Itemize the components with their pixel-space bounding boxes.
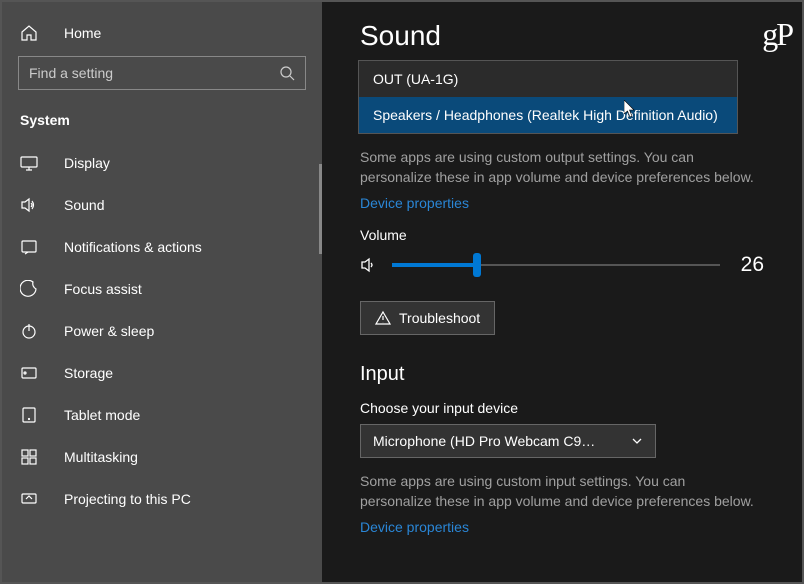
focus-assist-icon bbox=[20, 280, 38, 298]
sidebar-item-label: Tablet mode bbox=[64, 407, 140, 423]
home-icon bbox=[20, 24, 38, 42]
page-title: Sound bbox=[360, 20, 764, 52]
watermark: gP bbox=[762, 16, 792, 53]
section-header: System bbox=[2, 112, 322, 142]
input-device-label: Choose your input device bbox=[360, 400, 764, 416]
sidebar-item-label: Power & sleep bbox=[64, 323, 154, 339]
input-device-select[interactable]: Microphone (HD Pro Webcam C9… bbox=[360, 424, 656, 458]
slider-thumb[interactable] bbox=[473, 253, 481, 277]
storage-icon bbox=[20, 364, 38, 382]
output-device-dropdown[interactable]: OUT (UA-1G) Speakers / Headphones (Realt… bbox=[358, 60, 738, 134]
home-button[interactable]: Home bbox=[2, 16, 322, 56]
device-properties-link[interactable]: Device properties bbox=[360, 195, 469, 211]
sidebar-item-label: Display bbox=[64, 155, 110, 171]
chevron-down-icon bbox=[631, 435, 643, 447]
sidebar-item-focus-assist[interactable]: Focus assist bbox=[2, 268, 322, 310]
input-device-value: Microphone (HD Pro Webcam C9… bbox=[373, 433, 595, 449]
sidebar-item-tablet-mode[interactable]: Tablet mode bbox=[2, 394, 322, 436]
volume-control: 26 bbox=[360, 253, 764, 277]
sidebar-item-display[interactable]: Display bbox=[2, 142, 322, 184]
sidebar-item-label: Notifications & actions bbox=[64, 239, 202, 255]
sidebar-item-storage[interactable]: Storage bbox=[2, 352, 322, 394]
search-input[interactable] bbox=[18, 56, 306, 90]
troubleshoot-label: Troubleshoot bbox=[399, 310, 480, 326]
sidebar-item-power-sleep[interactable]: Power & sleep bbox=[2, 310, 322, 352]
volume-slider[interactable] bbox=[392, 264, 720, 266]
notifications-icon bbox=[20, 238, 38, 256]
input-device-properties-link[interactable]: Device properties bbox=[360, 519, 469, 535]
projecting-icon bbox=[20, 490, 38, 508]
main-content: gP Sound OUT (UA-1G) Speakers / Headphon… bbox=[322, 2, 802, 582]
warning-icon bbox=[375, 310, 391, 326]
dropdown-option-speakers[interactable]: Speakers / Headphones (Realtek High Defi… bbox=[359, 97, 737, 133]
input-section-title: Input bbox=[360, 363, 764, 386]
multitasking-icon bbox=[20, 448, 38, 466]
dropdown-option-out[interactable]: OUT (UA-1G) bbox=[359, 61, 737, 97]
sidebar-item-label: Multitasking bbox=[64, 449, 138, 465]
sidebar-item-label: Focus assist bbox=[64, 281, 142, 297]
output-hint: Some apps are using custom output settin… bbox=[360, 148, 760, 187]
input-hint: Some apps are using custom input setting… bbox=[360, 472, 760, 511]
sidebar-item-projecting[interactable]: Projecting to this PC bbox=[2, 478, 322, 520]
sidebar-item-label: Sound bbox=[64, 197, 104, 213]
home-label: Home bbox=[64, 25, 101, 41]
sound-icon bbox=[20, 196, 38, 214]
sidebar-item-label: Projecting to this PC bbox=[64, 491, 191, 507]
volume-label: Volume bbox=[360, 227, 764, 243]
sidebar-item-multitasking[interactable]: Multitasking bbox=[2, 436, 322, 478]
sidebar-item-sound[interactable]: Sound bbox=[2, 184, 322, 226]
tablet-icon bbox=[20, 406, 38, 424]
search-field[interactable] bbox=[29, 65, 279, 81]
display-icon bbox=[20, 154, 38, 172]
sidebar-item-notifications[interactable]: Notifications & actions bbox=[2, 226, 322, 268]
volume-value: 26 bbox=[734, 253, 764, 277]
troubleshoot-button[interactable]: Troubleshoot bbox=[360, 301, 495, 335]
speaker-icon[interactable] bbox=[360, 256, 378, 274]
slider-fill bbox=[392, 263, 477, 267]
search-icon bbox=[279, 65, 295, 81]
power-icon bbox=[20, 322, 38, 340]
sidebar-item-label: Storage bbox=[64, 365, 113, 381]
sidebar: Home System Display Sound Notifications … bbox=[2, 2, 322, 582]
